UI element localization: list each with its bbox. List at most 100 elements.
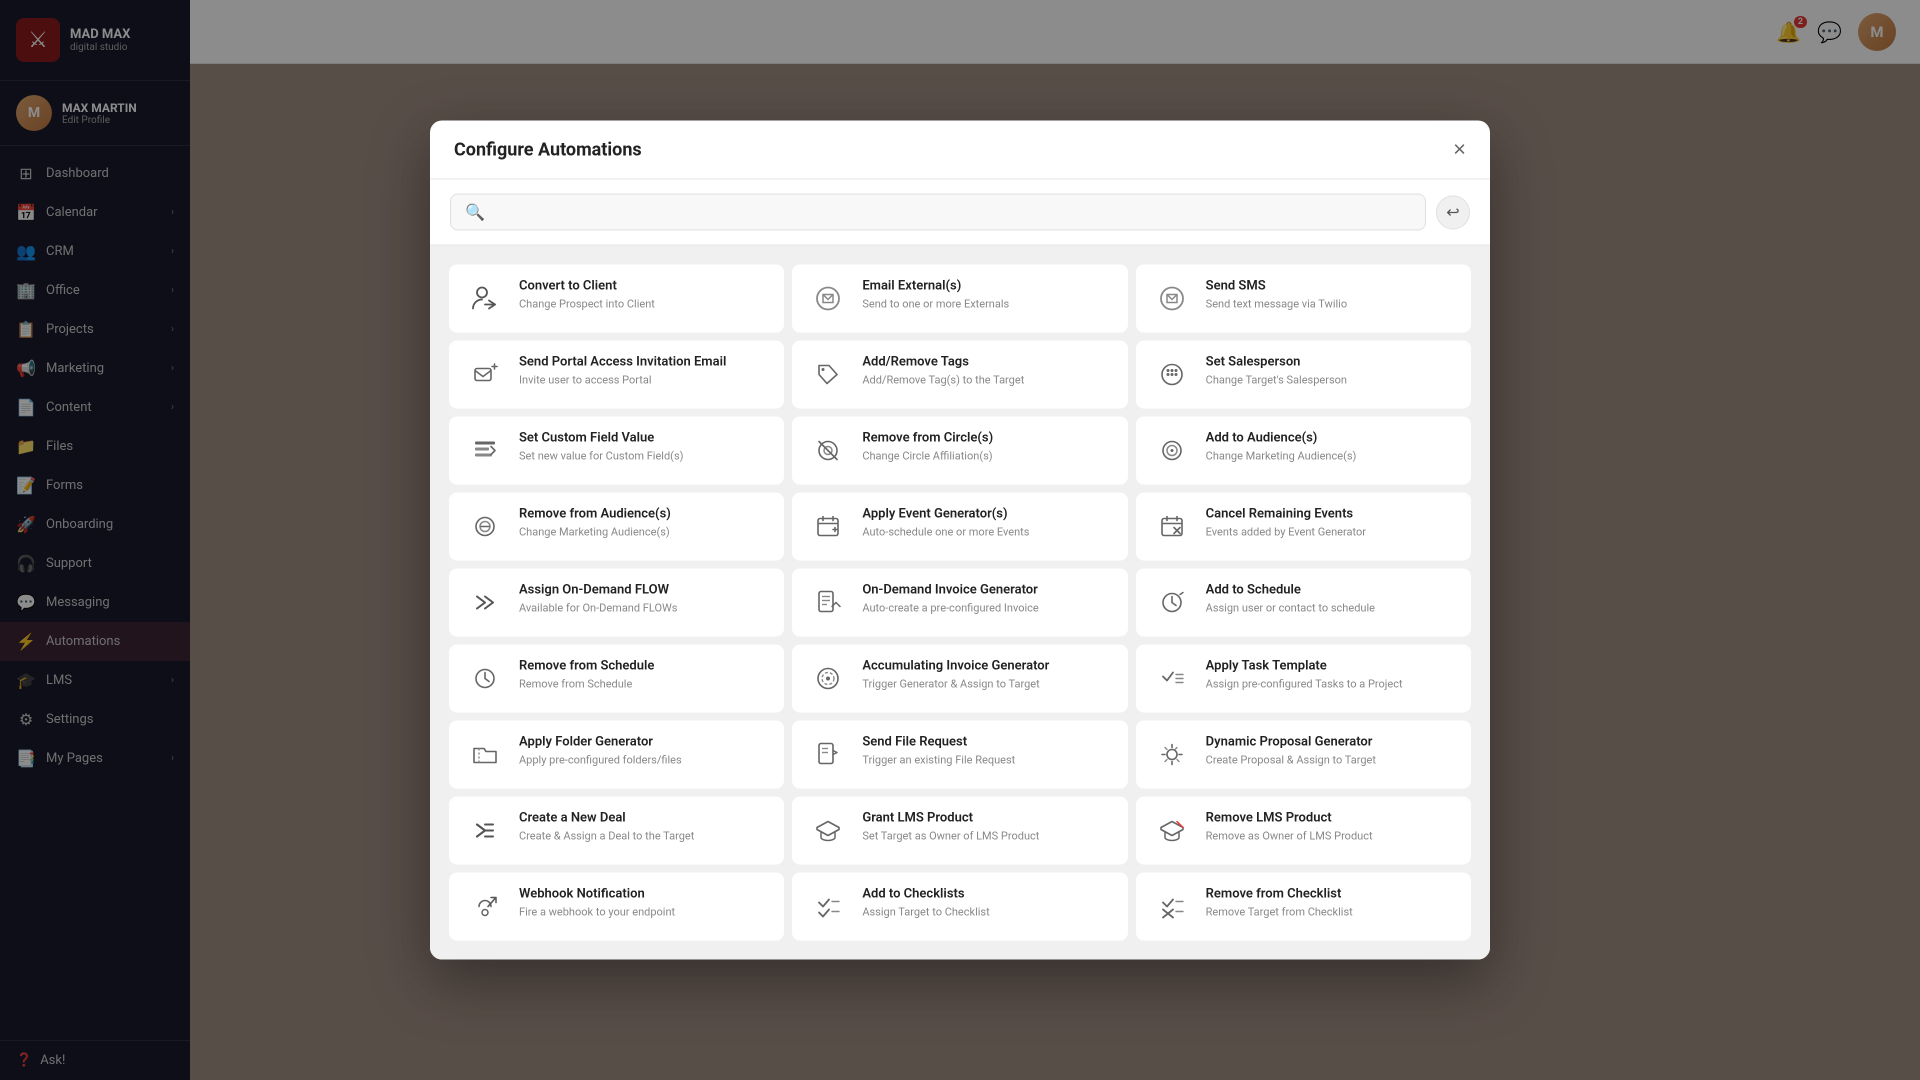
custom-field-icon xyxy=(465,431,505,471)
automation-card-add-to-schedule[interactable]: Add to Schedule Assign user or contact t… xyxy=(1136,569,1471,637)
person-arrow-icon xyxy=(465,279,505,319)
card-desc: Send to one or more Externals xyxy=(862,297,1111,312)
automation-card-apply-event-generator[interactable]: Apply Event Generator(s) Auto-schedule o… xyxy=(792,493,1127,561)
folder-icon xyxy=(465,735,505,775)
tags-icon xyxy=(808,355,848,395)
automation-card-apply-task-template[interactable]: Apply Task Template Assign pre-configure… xyxy=(1136,645,1471,713)
card-title: Add/Remove Tags xyxy=(862,355,1111,370)
automation-card-email-externals[interactable]: Email External(s) Send to one or more Ex… xyxy=(792,265,1127,333)
card-desc: Apply pre-configured folders/files xyxy=(519,753,768,768)
automation-card-grant-lms-product[interactable]: Grant LMS Product Set Target as Owner of… xyxy=(792,797,1127,865)
card-desc: Set new value for Custom Field(s) xyxy=(519,449,768,464)
card-desc: Available for On-Demand FLOWs xyxy=(519,601,768,616)
back-icon: ↩ xyxy=(1446,203,1459,222)
card-title: Add to Schedule xyxy=(1206,583,1455,598)
add-audience-icon xyxy=(1152,431,1192,471)
card-desc: Assign user or contact to schedule xyxy=(1206,601,1455,616)
automation-card-assign-on-demand-flow[interactable]: Assign On-Demand FLOW Available for On-D… xyxy=(449,569,784,637)
modal-header: Configure Automations × xyxy=(430,121,1490,180)
checklist-remove-icon xyxy=(1152,887,1192,927)
card-desc: Remove as Owner of LMS Product xyxy=(1206,829,1455,844)
card-desc: Change Circle Affiliation(s) xyxy=(862,449,1111,464)
automation-card-remove-from-audience[interactable]: Remove from Audience(s) Change Marketing… xyxy=(449,493,784,561)
card-title: Remove LMS Product xyxy=(1206,811,1455,826)
card-desc: Set Target as Owner of LMS Product xyxy=(862,829,1111,844)
file-req-icon xyxy=(808,735,848,775)
automation-card-set-custom-field[interactable]: Set Custom Field Value Set new value for… xyxy=(449,417,784,485)
card-desc: Assign Target to Checklist xyxy=(862,905,1111,920)
search-wrapper: 🔍 xyxy=(450,194,1426,231)
card-title: Create a New Deal xyxy=(519,811,768,826)
card-title: Send File Request xyxy=(862,735,1111,750)
search-input[interactable] xyxy=(495,204,1411,220)
card-desc: Create & Assign a Deal to the Target xyxy=(519,829,768,844)
card-title: Send SMS xyxy=(1206,279,1455,294)
modal-title: Configure Automations xyxy=(454,139,642,160)
event-gen-icon xyxy=(808,507,848,547)
card-desc: Events added by Event Generator xyxy=(1206,525,1455,540)
dynamic-prop-icon xyxy=(1152,735,1192,775)
automation-card-apply-folder-generator[interactable]: Apply Folder Generator Apply pre-configu… xyxy=(449,721,784,789)
card-desc: Invite user to access Portal xyxy=(519,373,768,388)
portal-email-icon xyxy=(465,355,505,395)
card-title: Apply Task Template xyxy=(1206,659,1455,674)
automation-card-remove-from-schedule[interactable]: Remove from Schedule Remove from Schedul… xyxy=(449,645,784,713)
card-desc: Auto-create a pre-configured Invoice xyxy=(862,601,1111,616)
card-desc: Add/Remove Tag(s) to the Target xyxy=(862,373,1111,388)
card-title: Add to Checklists xyxy=(862,887,1111,902)
card-title: Remove from Circle(s) xyxy=(862,431,1111,446)
remove-circle-icon xyxy=(808,431,848,471)
automation-card-dynamic-proposal[interactable]: Dynamic Proposal Generator Create Propos… xyxy=(1136,721,1471,789)
card-title: Dynamic Proposal Generator xyxy=(1206,735,1455,750)
automation-card-accumulating-invoice[interactable]: Accumulating Invoice Generator Trigger G… xyxy=(792,645,1127,713)
card-desc: Create Proposal & Assign to Target xyxy=(1206,753,1455,768)
automation-card-create-new-deal[interactable]: Create a New Deal Create & Assign a Deal… xyxy=(449,797,784,865)
modal-close-button[interactable]: × xyxy=(1453,139,1466,161)
salesperson-icon xyxy=(1152,355,1192,395)
card-title: Convert to Client xyxy=(519,279,768,294)
card-title: On-Demand Invoice Generator xyxy=(862,583,1111,598)
automation-card-remove-from-circle[interactable]: Remove from Circle(s) Change Circle Affi… xyxy=(792,417,1127,485)
automation-card-send-file-request[interactable]: Send File Request Trigger an existing Fi… xyxy=(792,721,1127,789)
card-title: Assign On-Demand FLOW xyxy=(519,583,768,598)
card-title: Grant LMS Product xyxy=(862,811,1111,826)
webhook-icon xyxy=(465,887,505,927)
card-desc: Auto-schedule one or more Events xyxy=(862,525,1111,540)
card-title: Remove from Schedule xyxy=(519,659,768,674)
card-title: Cancel Remaining Events xyxy=(1206,507,1455,522)
search-bar: 🔍 ↩ xyxy=(430,180,1490,246)
automation-card-cancel-remaining-events[interactable]: Cancel Remaining Events Events added by … xyxy=(1136,493,1471,561)
automation-card-add-remove-tags[interactable]: Add/Remove Tags Add/Remove Tag(s) to the… xyxy=(792,341,1127,409)
card-title: Send Portal Access Invitation Email xyxy=(519,355,768,370)
back-button[interactable]: ↩ xyxy=(1436,195,1470,229)
automation-card-set-salesperson[interactable]: Set Salesperson Change Target's Salesper… xyxy=(1136,341,1471,409)
cancel-events-icon xyxy=(1152,507,1192,547)
card-title: Email External(s) xyxy=(862,279,1111,294)
automation-card-remove-from-checklist[interactable]: Remove from Checklist Remove Target from… xyxy=(1136,873,1471,941)
card-title: Apply Folder Generator xyxy=(519,735,768,750)
card-title: Remove from Audience(s) xyxy=(519,507,768,522)
acc-invoice-icon xyxy=(808,659,848,699)
automation-card-send-sms[interactable]: Send SMS Send text message via Twilio xyxy=(1136,265,1471,333)
card-desc: Trigger an existing File Request xyxy=(862,753,1111,768)
deal-icon xyxy=(465,811,505,851)
task-icon xyxy=(1152,659,1192,699)
card-title: Apply Event Generator(s) xyxy=(862,507,1111,522)
card-desc: Fire a webhook to your endpoint xyxy=(519,905,768,920)
card-desc: Remove Target from Checklist xyxy=(1206,905,1455,920)
invoice-icon xyxy=(808,583,848,623)
automation-card-send-portal-access[interactable]: Send Portal Access Invitation Email Invi… xyxy=(449,341,784,409)
card-desc: Change Target's Salesperson xyxy=(1206,373,1455,388)
schedule-icon xyxy=(1152,583,1192,623)
card-desc: Assign pre-configured Tasks to a Project xyxy=(1206,677,1455,692)
search-icon: 🔍 xyxy=(465,203,485,222)
automation-card-on-demand-invoice[interactable]: On-Demand Invoice Generator Auto-create … xyxy=(792,569,1127,637)
automation-card-remove-lms-product[interactable]: Remove LMS Product Remove as Owner of LM… xyxy=(1136,797,1471,865)
automation-card-add-to-audiences[interactable]: Add to Audience(s) Change Marketing Audi… xyxy=(1136,417,1471,485)
card-title: Accumulating Invoice Generator xyxy=(862,659,1111,674)
automation-card-webhook-notification[interactable]: Webhook Notification Fire a webhook to y… xyxy=(449,873,784,941)
automation-card-convert-to-client[interactable]: Convert to Client Change Prospect into C… xyxy=(449,265,784,333)
card-desc: Change Marketing Audience(s) xyxy=(519,525,768,540)
automation-card-add-to-checklists[interactable]: Add to Checklists Assign Target to Check… xyxy=(792,873,1127,941)
on-demand-icon xyxy=(465,583,505,623)
